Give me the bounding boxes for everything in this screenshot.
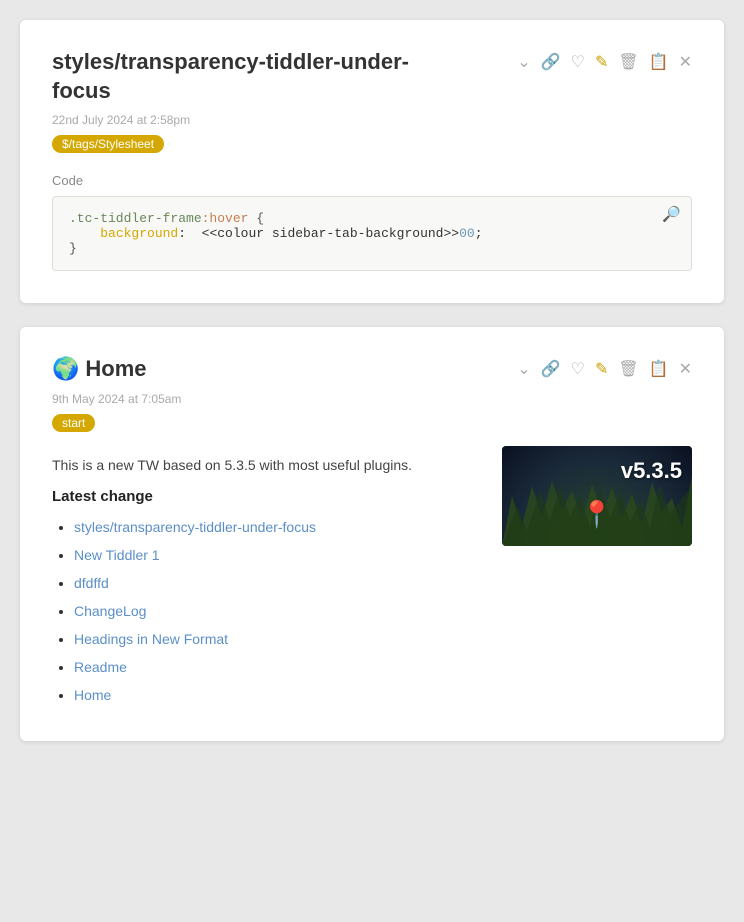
code-line-1: .tc-tiddler-frame:hover { bbox=[69, 211, 675, 226]
link-item-3[interactable]: dfdffd bbox=[74, 575, 109, 591]
thumbnail-version: v5.3.5 bbox=[621, 458, 682, 484]
link-item-6[interactable]: Readme bbox=[74, 659, 127, 675]
pencil-icon[interactable]: ✎ bbox=[595, 52, 608, 72]
content-area: This is a new TW based on 5.3.5 with mos… bbox=[52, 436, 692, 709]
card-date: 22nd July 2024 at 2:58pm bbox=[52, 113, 692, 127]
list-item: ChangeLog bbox=[74, 597, 482, 625]
heart-icon[interactable]: ♡ bbox=[571, 52, 585, 72]
pencil-icon[interactable]: ✎ bbox=[595, 359, 608, 379]
copy-icon[interactable]: 📋 bbox=[649, 359, 669, 379]
close-icon[interactable]: ✕ bbox=[679, 52, 692, 72]
chevron-down-icon[interactable]: ⌄ bbox=[517, 52, 530, 72]
content-left: This is a new TW based on 5.3.5 with mos… bbox=[52, 436, 482, 709]
trash-icon[interactable]: 🗑 bbox=[618, 359, 638, 379]
heart-icon[interactable]: ♡ bbox=[571, 359, 585, 379]
code-line-2: background: <<colour sidebar-tab-backgro… bbox=[69, 226, 675, 241]
code-selector: .tc-tiddler-frame bbox=[69, 211, 202, 226]
latest-change-heading: Latest change bbox=[52, 488, 482, 505]
globe-icon: 🌍 bbox=[52, 356, 79, 381]
card-title: styles/transparency-tiddler-under-focus bbox=[52, 48, 412, 105]
link-item-5[interactable]: Headings in New Format bbox=[74, 631, 228, 647]
card-title-home: 🌍Home bbox=[52, 355, 147, 384]
copy-icon[interactable]: 📋 bbox=[649, 52, 669, 72]
list-item: Headings in New Format bbox=[74, 625, 482, 653]
link-item-7[interactable]: Home bbox=[74, 687, 111, 703]
list-item: Readme bbox=[74, 653, 482, 681]
card-home: 🌍Home ⌄ 🔗 ♡ ✎ 🗑 📋 ✕ 9th May 2024 at 7:05… bbox=[20, 327, 724, 741]
chevron-down-icon[interactable]: ⌄ bbox=[517, 359, 530, 379]
list-item: New Tiddler 1 bbox=[74, 541, 482, 569]
list-item: Home bbox=[74, 681, 482, 709]
code-property: background bbox=[100, 226, 178, 241]
card-header: styles/transparency-tiddler-under-focus … bbox=[52, 48, 692, 105]
code-block: 🔎 .tc-tiddler-frame:hover { background: … bbox=[52, 196, 692, 271]
link-item-2[interactable]: New Tiddler 1 bbox=[74, 547, 160, 563]
tag-badge-home[interactable]: start bbox=[52, 414, 95, 432]
code-line-3: } bbox=[69, 241, 675, 256]
list-item: styles/transparency-tiddler-under-focus bbox=[74, 513, 482, 541]
description-text: This is a new TW based on 5.3.5 with mos… bbox=[52, 454, 482, 476]
thumbnail-pin: 📍 bbox=[581, 499, 613, 530]
list-item: dfdffd bbox=[74, 569, 482, 597]
tag-badge[interactable]: $/tags/Stylesheet bbox=[52, 135, 164, 153]
link-icon[interactable]: 🔗 bbox=[541, 359, 561, 379]
link-list: styles/transparency-tiddler-under-focus … bbox=[52, 513, 482, 709]
code-pseudo: :hover bbox=[202, 211, 249, 226]
close-icon[interactable]: ✕ bbox=[679, 359, 692, 379]
trash-icon[interactable]: 🗑 bbox=[618, 52, 638, 72]
code-number: 00 bbox=[459, 226, 475, 241]
thumbnail: v5.3.5 📍 bbox=[502, 446, 692, 546]
link-item-4[interactable]: ChangeLog bbox=[74, 603, 146, 619]
card-header-home: 🌍Home ⌄ 🔗 ♡ ✎ 🗑 📋 ✕ bbox=[52, 355, 692, 384]
link-item-1[interactable]: styles/transparency-tiddler-under-focus bbox=[74, 519, 316, 535]
code-copy-icon[interactable]: 🔎 bbox=[662, 205, 681, 224]
card-actions-home: ⌄ 🔗 ♡ ✎ 🗑 📋 ✕ bbox=[517, 359, 692, 379]
section-label: Code bbox=[52, 173, 692, 188]
card-actions: ⌄ 🔗 ♡ ✎ 🗑 📋 ✕ bbox=[517, 52, 692, 72]
card-date-home: 9th May 2024 at 7:05am bbox=[52, 392, 692, 406]
card-stylesheet: styles/transparency-tiddler-under-focus … bbox=[20, 20, 724, 303]
link-icon[interactable]: 🔗 bbox=[541, 52, 561, 72]
